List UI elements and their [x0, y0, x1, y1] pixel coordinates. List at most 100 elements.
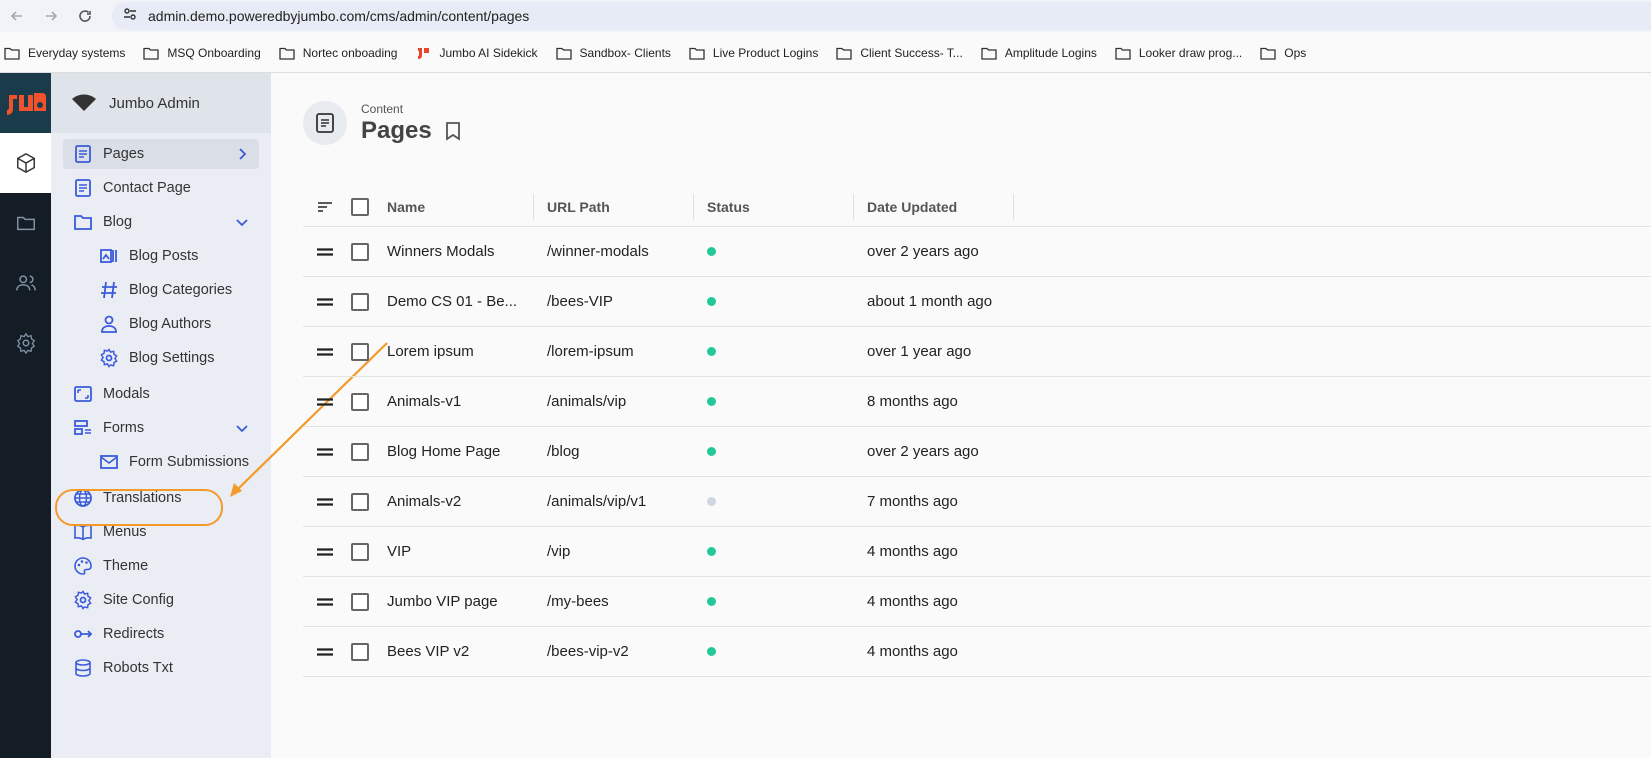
row-checkbox[interactable] [351, 377, 369, 426]
row-checkbox[interactable] [351, 327, 369, 376]
bookmark-label: Live Product Logins [712, 46, 819, 60]
bookmark-item[interactable]: Amplitude Logins [981, 46, 1097, 60]
page-icon [75, 179, 91, 197]
forward-icon[interactable] [40, 5, 62, 27]
table-row[interactable]: Animals-v1/animals/vip 8 months ago [303, 377, 1651, 427]
breadcrumb[interactable]: Content [361, 102, 462, 116]
row-date: over 2 years ago [867, 443, 979, 460]
row-checkbox[interactable] [351, 527, 369, 576]
row-name[interactable]: Jumbo VIP page [387, 577, 498, 626]
gear-icon [74, 590, 92, 610]
hashtag-icon [101, 281, 117, 299]
table-row[interactable]: VIP/vip 4 months ago [303, 527, 1651, 577]
chevron-down-icon[interactable] [235, 421, 249, 435]
content-cube-icon[interactable] [0, 133, 51, 193]
sidebar-item-blog[interactable]: Blog [63, 207, 259, 237]
column-divider[interactable] [693, 194, 694, 220]
row-name[interactable]: Blog Home Page [387, 427, 500, 476]
row-checkbox[interactable] [351, 427, 369, 476]
sidebar-item-form-submissions[interactable]: Form Submissions [89, 447, 259, 477]
sidebar-item-forms[interactable]: Forms [63, 413, 259, 443]
table-row[interactable]: Winners Modals/winner-modals over 2 years… [303, 227, 1651, 277]
row-name[interactable]: Animals-v1 [387, 377, 461, 426]
sidebar-item-blog-settings[interactable]: Blog Settings [89, 343, 259, 373]
select-all-checkbox[interactable] [351, 187, 369, 226]
table-row[interactable]: Bees VIP v2/bees-vip-v2 4 months ago [303, 627, 1651, 677]
sidebar-item-menus[interactable]: Menus [63, 517, 259, 547]
page-title: Pages [361, 116, 432, 144]
sidebar-item-translations[interactable]: Translations [63, 483, 259, 513]
column-status[interactable]: Status [707, 187, 750, 226]
row-name[interactable]: Bees VIP v2 [387, 627, 469, 676]
sidebar-item-site-config[interactable]: Site Config [63, 585, 259, 615]
bookmark-item[interactable]: Ops [1260, 46, 1306, 60]
sidebar-item-label: Menus [103, 524, 147, 540]
folder-icon[interactable] [0, 193, 51, 253]
bookmark-item[interactable]: Looker draw prog... [1115, 46, 1242, 60]
row-url: /animals/vip [547, 393, 627, 410]
bookmark-item[interactable]: Sandbox- Clients [555, 46, 671, 60]
redirect-icon [74, 630, 93, 638]
users-icon[interactable] [0, 253, 51, 313]
page-icon [75, 145, 91, 163]
bookmark-item[interactable]: Everyday systems [4, 46, 125, 60]
column-name[interactable]: Name [387, 187, 425, 226]
table-row[interactable]: Lorem ipsum/lorem-ipsum over 1 year ago [303, 327, 1651, 377]
sidebar-item-pages[interactable]: Pages [63, 139, 259, 169]
row-checkbox[interactable] [351, 277, 369, 326]
sidebar-item-theme[interactable]: Theme [63, 551, 259, 581]
table-row[interactable]: Blog Home Page/blog over 2 years ago [303, 427, 1651, 477]
row-name[interactable]: Lorem ipsum [387, 327, 474, 376]
drag-handle-icon[interactable] [317, 577, 333, 626]
reload-icon[interactable] [74, 5, 96, 27]
row-checkbox[interactable] [351, 477, 369, 526]
bookmark-item[interactable]: Live Product Logins [689, 46, 818, 60]
sort-icon[interactable] [317, 187, 333, 226]
bookmark-label: Sandbox- Clients [579, 46, 671, 60]
column-divider[interactable] [533, 194, 534, 220]
row-checkbox[interactable] [351, 227, 369, 276]
drag-handle-icon[interactable] [317, 627, 333, 676]
drag-handle-icon[interactable] [317, 527, 333, 576]
sidebar-item-contact-page[interactable]: Contact Page [63, 173, 259, 203]
drag-handle-icon[interactable] [317, 477, 333, 526]
column-divider[interactable] [1013, 194, 1014, 220]
sidebar-item-blog-categories[interactable]: Blog Categories [89, 275, 259, 305]
row-checkbox[interactable] [351, 627, 369, 676]
row-name[interactable]: VIP [387, 527, 411, 576]
row-name[interactable]: Demo CS 01 - Be... [387, 277, 517, 326]
drag-handle-icon[interactable] [317, 427, 333, 476]
sidebar-item-blog-authors[interactable]: Blog Authors [89, 309, 259, 339]
bookmark-item[interactable]: Jumbo AI Sidekick [415, 46, 538, 60]
address-bar[interactable]: admin.demo.poweredbyjumbo.com/cms/admin/… [112, 2, 1651, 30]
row-name[interactable]: Winners Modals [387, 227, 495, 276]
site-settings-icon[interactable] [122, 6, 138, 27]
drag-handle-icon[interactable] [317, 327, 333, 376]
drag-handle-icon[interactable] [317, 277, 333, 326]
chevron-down-icon[interactable] [235, 215, 249, 229]
bookmark-item[interactable]: MSQ Onboarding [143, 46, 261, 60]
row-name[interactable]: Animals-v2 [387, 477, 461, 526]
folder-icon [981, 47, 997, 60]
table-row[interactable]: Jumbo VIP page/my-bees 4 months ago [303, 577, 1651, 627]
bookmark-label: Nortec onboading [302, 46, 398, 60]
drag-handle-icon[interactable] [317, 377, 333, 426]
sidebar-item-robots-txt[interactable]: Robots Txt [63, 653, 259, 683]
sidebar-item-modals[interactable]: Modals [63, 379, 259, 409]
row-checkbox[interactable] [351, 577, 369, 626]
column-url[interactable]: URL Path [547, 187, 610, 226]
table-row[interactable]: Demo CS 01 - Be... /bees-VIP about 1 month… [303, 277, 1651, 327]
bookmark-icon[interactable] [444, 121, 462, 141]
column-divider[interactable] [853, 194, 854, 220]
workspace-header[interactable]: Jumbo Admin [51, 73, 271, 133]
table-row[interactable]: Animals-v2/animals/vip/v1 7 months ago [303, 477, 1651, 527]
bookmark-item[interactable]: Nortec onboading [279, 46, 398, 60]
drag-handle-icon[interactable] [317, 227, 333, 276]
column-date[interactable]: Date Updated [867, 187, 957, 226]
back-icon[interactable] [6, 5, 28, 27]
settings-gear-icon[interactable] [0, 313, 51, 373]
sidebar-item-blog-posts[interactable]: Blog Posts [89, 241, 259, 271]
sidebar-item-redirects[interactable]: Redirects [63, 619, 259, 649]
jumbo-logo-icon[interactable] [0, 73, 51, 133]
bookmark-item[interactable]: Client Success- T... [836, 46, 963, 60]
